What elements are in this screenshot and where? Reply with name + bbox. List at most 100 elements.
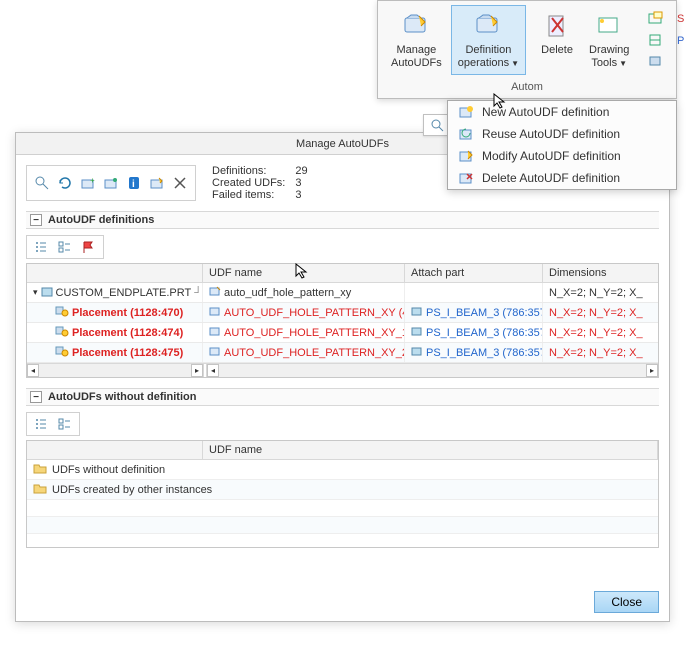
folder-list-icon[interactable] xyxy=(101,173,121,193)
menu-modify-autoudf[interactable]: Modify AutoUDF definition xyxy=(448,145,676,167)
close-button[interactable]: Close xyxy=(594,591,659,613)
stat-value: 3 xyxy=(295,189,307,201)
section-without-definition[interactable]: − AutoUDFs without definition xyxy=(26,388,659,406)
menu-item-label: Reuse AutoUDF definition xyxy=(482,127,620,141)
collapse-all-icon[interactable] xyxy=(55,415,75,433)
svg-text:P: P xyxy=(677,35,684,47)
expand-selected-icon[interactable] xyxy=(31,238,51,256)
placement-cell: Placement (1128:475) xyxy=(72,347,183,359)
definition-operations-button[interactable]: Definition operations▼ xyxy=(451,5,526,75)
table-row[interactable]: Placement (1128:475) AUTO_UDF_HOLE_PATTE… xyxy=(27,343,658,363)
flag-icon[interactable] xyxy=(79,238,99,256)
table-row[interactable]: Placement (1128:470) AUTO_UDF_HOLE_PATTE… xyxy=(27,303,658,323)
ribbon-group-label: Autom xyxy=(378,79,676,98)
udf-cell: auto_udf_hole_pattern_xy xyxy=(224,287,351,299)
svg-text:+: + xyxy=(90,176,95,185)
stat-label: Failed items: xyxy=(212,189,285,201)
col-attach-header[interactable]: Attach part xyxy=(405,264,543,282)
delete-label: Delete xyxy=(541,44,573,57)
attach-cell: PS_I_BEAM_3 (786:357) xyxy=(426,327,543,339)
t2-col2-header[interactable]: UDF name xyxy=(203,441,658,459)
stat-label: Created UDFs: xyxy=(212,177,285,189)
col-udf-header[interactable]: UDF name xyxy=(203,264,405,282)
udf-icon xyxy=(209,325,221,340)
stat-label: Definitions: xyxy=(212,165,285,177)
placement-cell: Placement (1128:470) xyxy=(72,307,183,319)
folder-add-icon[interactable]: + xyxy=(78,173,98,193)
drawing-label-2: Tools xyxy=(591,57,617,69)
folder-lightning-icon[interactable] xyxy=(147,173,167,193)
table-row[interactable]: Placement (1128:474) AUTO_UDF_HOLE_PATTE… xyxy=(27,323,658,343)
collapse-icon[interactable]: − xyxy=(30,391,42,403)
drawing-tools-button[interactable]: Drawing Tools▼ xyxy=(582,5,636,75)
section-autoudf-definitions[interactable]: − AutoUDF definitions xyxy=(26,211,659,229)
udf-icon xyxy=(209,285,221,300)
reuse-icon xyxy=(456,126,476,142)
udf-icon xyxy=(209,345,221,360)
table-header: UDF name Attach part Dimensions xyxy=(27,264,658,283)
without-definition-table: UDF name UDFs without definition UDFs cr… xyxy=(26,440,659,548)
manage-autoudfs-dialog: Manage AutoUDFs + i Definitions: 29 Crea… xyxy=(15,132,670,622)
placement-cell: Placement (1128:474) xyxy=(72,327,183,339)
dialog-toolbar: + i xyxy=(26,165,196,201)
mini-tool-5[interactable]: P xyxy=(672,31,687,49)
collapse-all-icon[interactable] xyxy=(55,238,75,256)
search-icon[interactable] xyxy=(428,116,446,134)
collapse-icon[interactable]: − xyxy=(30,214,42,226)
t2-col1-header[interactable] xyxy=(27,441,203,459)
menu-item-label: Delete AutoUDF definition xyxy=(482,171,620,185)
info-icon[interactable]: i xyxy=(124,173,144,193)
col-tree-header[interactable] xyxy=(27,264,203,282)
stat-value: 3 xyxy=(295,177,307,189)
mini-tool-2[interactable] xyxy=(646,31,666,49)
menu-item-label: Modify AutoUDF definition xyxy=(482,149,621,163)
manage-autoudfs-button[interactable]: Manage AutoUDFs xyxy=(384,5,449,75)
dim-cell: N_X=2; N_Y=2; X_ xyxy=(549,347,643,359)
part-icon xyxy=(41,285,53,300)
tree-collapse-icon[interactable]: ▾ xyxy=(33,287,38,298)
manage-icon xyxy=(400,10,432,42)
placement-icon xyxy=(55,305,69,320)
udf-icon xyxy=(209,305,221,320)
part-icon xyxy=(411,346,423,359)
menu-delete-autoudf[interactable]: Delete AutoUDF definition xyxy=(448,167,676,189)
manage-label-1: Manage xyxy=(396,44,436,57)
menu-item-label: New AutoUDF definition xyxy=(482,105,609,119)
horizontal-scrollbar[interactable]: ◂▸ ◂▸ xyxy=(27,363,658,377)
col-dim-header[interactable]: Dimensions xyxy=(543,264,658,282)
expand-selected-icon[interactable] xyxy=(31,415,51,433)
stat-value: 29 xyxy=(295,165,307,177)
udf-cell: AUTO_UDF_HOLE_PATTERN_XY_1 (4713) xyxy=(224,327,405,339)
zoom-icon[interactable] xyxy=(32,173,52,193)
table-row[interactable]: UDFs without definition xyxy=(27,460,658,480)
definition-operations-menu: New AutoUDF definition Reuse AutoUDF def… xyxy=(447,100,677,190)
section-title: AutoUDFs without definition xyxy=(48,391,196,403)
table-row[interactable]: ▾CUSTOM_ENDPLATE.PRT┘└UDF auto_udf_hole_… xyxy=(27,283,658,303)
part-icon xyxy=(411,306,423,319)
folder-icon xyxy=(33,482,47,497)
udf-cell: AUTO_UDF_HOLE_PATTERN_XY_2 (4801) xyxy=(224,347,405,359)
attach-cell: PS_I_BEAM_3 (786:357) xyxy=(426,347,543,359)
chevron-down-icon: ▼ xyxy=(619,59,627,68)
folder-icon xyxy=(33,462,47,477)
tools-icon[interactable] xyxy=(170,173,190,193)
mini-tool-4[interactable]: S xyxy=(672,9,687,27)
section1-toolbar xyxy=(26,235,104,259)
placement-icon xyxy=(55,325,69,340)
table-row xyxy=(27,517,658,534)
definition-label-1: Definition xyxy=(465,44,511,57)
mini-tool-3[interactable] xyxy=(646,53,666,71)
table-row xyxy=(27,500,658,517)
drawing-tools-icon xyxy=(593,10,625,42)
delete-icon xyxy=(541,10,573,42)
delete-button[interactable]: Delete xyxy=(534,5,580,75)
menu-reuse-autoudf[interactable]: Reuse AutoUDF definition xyxy=(448,123,676,145)
tree-node-label: CUSTOM_ENDPLATE.PRT xyxy=(56,287,192,299)
dialog-title: Manage AutoUDFs xyxy=(296,138,389,150)
modify-icon xyxy=(456,148,476,164)
table-row[interactable]: UDFs created by other instances xyxy=(27,480,658,500)
mini-tool-1[interactable] xyxy=(646,9,666,27)
menu-new-autoudf[interactable]: New AutoUDF definition xyxy=(448,101,676,123)
refresh-icon[interactable] xyxy=(55,173,75,193)
folder-label: UDFs without definition xyxy=(52,464,165,476)
